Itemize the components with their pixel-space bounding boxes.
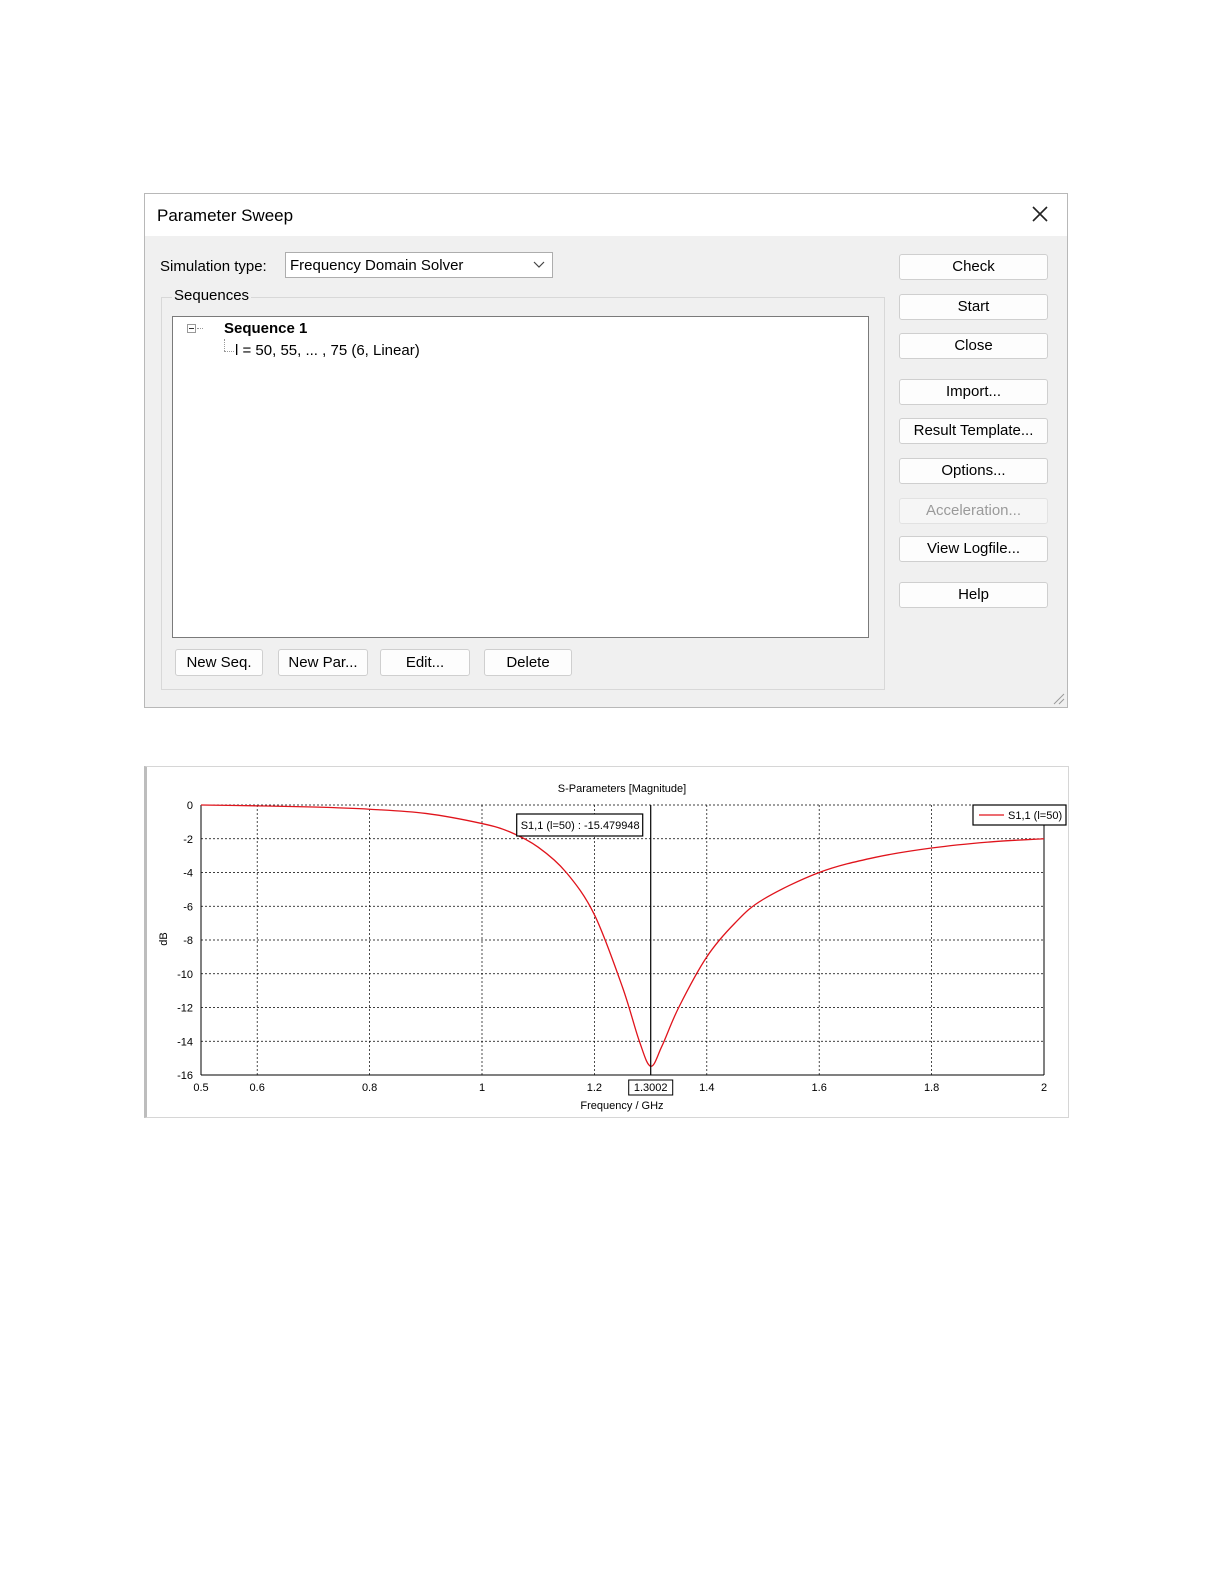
edit-button[interactable]: Edit... bbox=[380, 649, 470, 676]
x-tick-label: 1.4 bbox=[699, 1082, 714, 1094]
x-tick-label: 1.2 bbox=[587, 1082, 602, 1094]
delete-button[interactable]: Delete bbox=[484, 649, 572, 676]
sequences-group-label: Sequences bbox=[172, 287, 252, 304]
view-logfile-button[interactable]: View Logfile... bbox=[899, 536, 1048, 562]
sequences-tree[interactable]: Sequence 1 l = 50, 55, ... , 75 (6, Line… bbox=[172, 316, 869, 638]
chart-series-layer bbox=[200, 804, 1045, 1067]
x-tick-label: 1.8 bbox=[924, 1082, 939, 1094]
x-tick-label: 0.6 bbox=[250, 1082, 265, 1094]
close-button[interactable]: Close bbox=[899, 333, 1048, 359]
x-tick-label: 0.8 bbox=[362, 1082, 377, 1094]
x-tick-label: 2 bbox=[1041, 1082, 1047, 1094]
simulation-type-value: Frequency Domain Solver bbox=[290, 257, 464, 274]
resize-grip-icon[interactable] bbox=[1051, 691, 1065, 705]
y-tick-label: -8 bbox=[183, 935, 193, 947]
acceleration-button: Acceleration... bbox=[899, 498, 1048, 524]
chart-title: S-Parameters [Magnitude] bbox=[558, 783, 686, 795]
legend-entry-s11: S1,1 (l=50) bbox=[1008, 810, 1062, 822]
tree-item-parameter[interactable]: l = 50, 55, ... , 75 (6, Linear) bbox=[235, 342, 420, 359]
dialog-title: Parameter Sweep bbox=[157, 206, 294, 225]
simulation-type-label: Simulation type: bbox=[160, 258, 267, 275]
options-button[interactable]: Options... bbox=[899, 458, 1048, 484]
new-sequence-button[interactable]: New Seq. bbox=[175, 649, 263, 676]
title-bar: Parameter Sweep bbox=[145, 194, 1067, 236]
x-axis-label: Frequency / GHz bbox=[580, 1100, 663, 1112]
y-axis-label: dB bbox=[158, 932, 170, 945]
x-tick-label: 1 bbox=[479, 1082, 485, 1094]
check-button[interactable]: Check bbox=[899, 254, 1048, 280]
y-tick-label: -10 bbox=[177, 969, 193, 981]
y-tick-label: -14 bbox=[177, 1036, 193, 1048]
tree-item-sequence[interactable]: Sequence 1 bbox=[224, 320, 307, 337]
chevron-down-icon bbox=[533, 261, 545, 268]
y-tick-label: 0 bbox=[187, 800, 193, 812]
marker-readout-label: S1,1 (l=50) : -15.479948 bbox=[521, 820, 640, 832]
marker-x-label: 1.3002 bbox=[634, 1082, 668, 1094]
y-tick-label: -6 bbox=[183, 901, 193, 913]
new-parameter-button[interactable]: New Par... bbox=[278, 649, 368, 676]
result-template-button[interactable]: Result Template... bbox=[899, 418, 1048, 444]
y-tick-label: -16 bbox=[177, 1070, 193, 1082]
tree-connector bbox=[224, 339, 225, 351]
import-button[interactable]: Import... bbox=[899, 379, 1048, 405]
y-tick-label: -4 bbox=[183, 868, 193, 880]
y-tick-label: -12 bbox=[177, 1003, 193, 1015]
series-line-s11 bbox=[200, 804, 1045, 1067]
s-parameter-chart: S-Parameters [Magnitude] 0 -2 -4 -6 -8 -10 -12… bbox=[158, 783, 1067, 1112]
help-button[interactable]: Help bbox=[899, 582, 1048, 608]
tree-connector bbox=[224, 351, 234, 352]
x-tick-label: 0.5 bbox=[193, 1082, 208, 1094]
close-icon[interactable] bbox=[1029, 203, 1051, 225]
collapse-toggle-icon[interactable] bbox=[187, 324, 196, 333]
chart-axes: 0 -2 -4 -6 -8 -10 -12 -14 -160.5 0.6 0.8 1 1.2 1.4 1.6… bbox=[177, 800, 1047, 1094]
chart-legend[interactable]: S1,1 (l=50) bbox=[972, 804, 1067, 826]
x-tick-label: 1.6 bbox=[812, 1082, 827, 1094]
y-tick-label: -2 bbox=[183, 834, 193, 846]
s-parameter-chart-panel: S-Parameters [Magnitude] 0 -2 -4 -6 -8 -10 -12… bbox=[144, 766, 1069, 1118]
chart-grid bbox=[201, 804, 1045, 1075]
parameter-sweep-dialog: Parameter Sweep Simulation type: Frequen… bbox=[144, 193, 1068, 708]
start-button[interactable]: Start bbox=[899, 294, 1048, 320]
tree-connector bbox=[197, 328, 203, 329]
simulation-type-select[interactable]: Frequency Domain Solver bbox=[285, 252, 553, 278]
